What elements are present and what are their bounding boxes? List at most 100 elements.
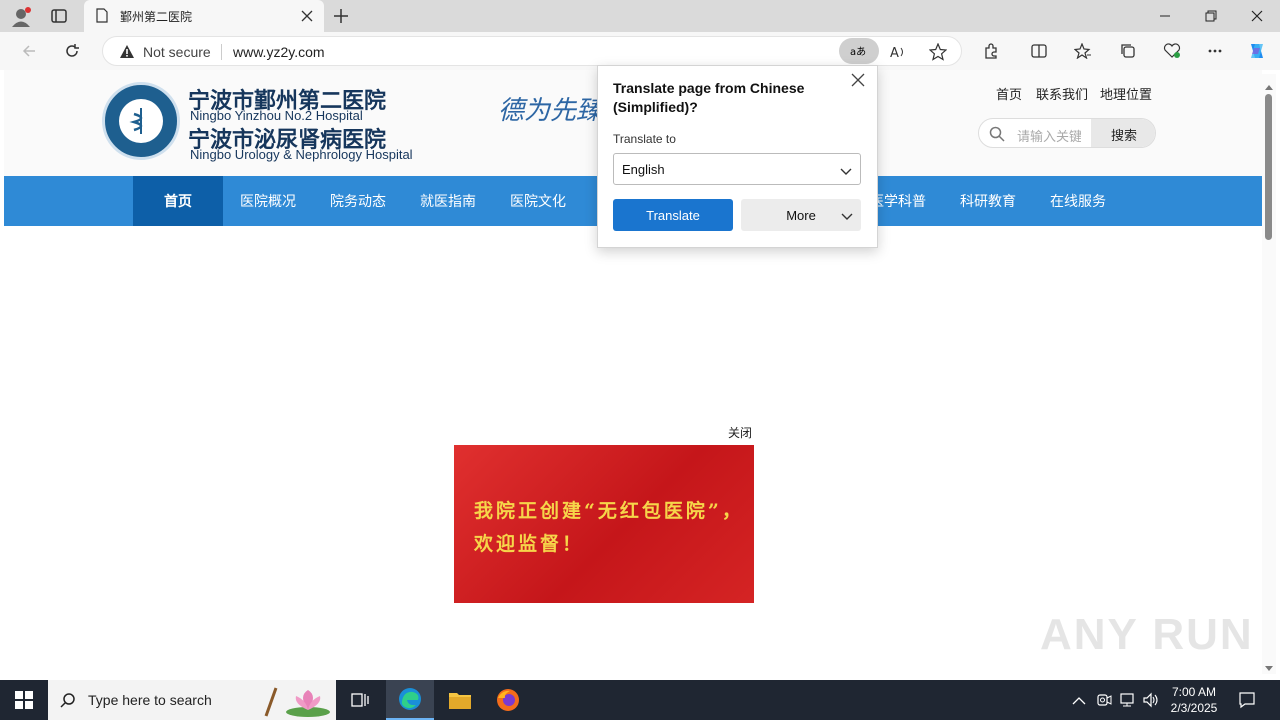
heart-pulse-icon	[1163, 43, 1181, 58]
page-icon	[96, 8, 108, 23]
refresh-button[interactable]	[57, 36, 87, 66]
favorite-star-icon[interactable]	[928, 42, 948, 61]
tab-strip: 鄞州第二医院	[0, 0, 1280, 32]
windows-logo-icon	[15, 691, 33, 709]
close-icon	[1251, 10, 1263, 22]
performance-button[interactable]	[1157, 36, 1187, 66]
volume-icon[interactable]	[1142, 692, 1160, 708]
more-button-label: More	[786, 207, 816, 223]
taskbar-search-text: Type here to search	[88, 692, 212, 708]
firefox-icon	[497, 689, 519, 711]
translate-dialog: Translate page from Chinese (Simplified)…	[597, 65, 878, 248]
read-aloud-icon[interactable]: A	[889, 43, 907, 61]
search-icon	[989, 126, 1005, 142]
caduceus-icon	[119, 99, 163, 143]
network-icon[interactable]	[1118, 692, 1136, 708]
nav-item-guide[interactable]: 就医指南	[403, 176, 493, 226]
chevron-down-icon	[840, 164, 852, 175]
favorites-icon	[1074, 43, 1091, 59]
top-link-location[interactable]: 地理位置	[1100, 84, 1152, 103]
search-input[interactable]: 请输入关键字	[1017, 126, 1081, 145]
address-divider	[221, 44, 222, 60]
selected-language: English	[622, 162, 665, 177]
collections-icon	[1121, 44, 1135, 58]
url-text[interactable]: www.yz2y.com	[233, 44, 325, 60]
notification-icon[interactable]	[1238, 691, 1256, 709]
puzzle-icon	[985, 43, 997, 59]
banner-text: 我院正创建“无红包医院”，欢迎监督！	[474, 500, 744, 555]
extensions-button[interactable]	[976, 36, 1006, 66]
more-chevron-icon	[841, 210, 853, 220]
profile-icon[interactable]	[10, 6, 32, 28]
translate-icon[interactable]: aあ	[839, 38, 879, 64]
warning-icon[interactable]	[119, 44, 135, 60]
task-view-icon	[351, 693, 369, 707]
nav-item-news[interactable]: 院务动态	[313, 176, 403, 226]
lotus-decoration-icon	[262, 684, 332, 718]
top-link-contact[interactable]: 联系我们	[1036, 84, 1088, 103]
more-button[interactable]: More	[741, 199, 861, 231]
folder-icon	[449, 693, 471, 709]
svg-text:A: A	[890, 46, 899, 61]
nav-item-research[interactable]: 科研教育	[943, 176, 1033, 226]
split-screen-button[interactable]	[1024, 36, 1054, 66]
translate-dialog-title: Translate page from Chinese (Simplified)…	[613, 80, 805, 115]
address-bar[interactable]: Not secure www.yz2y.com aあ A	[102, 36, 962, 66]
tab-actions-icon[interactable]	[50, 7, 68, 25]
copilot-icon	[1251, 44, 1263, 58]
clock-date: 2/3/2025	[1170, 701, 1218, 715]
restore-button[interactable]	[1188, 0, 1234, 32]
top-link-home[interactable]: 首页	[996, 84, 1022, 103]
tray-chevron-icon[interactable]	[1072, 694, 1086, 706]
nav-item-overview[interactable]: 医院概况	[223, 176, 313, 226]
start-button[interactable]	[0, 680, 48, 720]
nav-item-home[interactable]: 首页	[133, 176, 223, 226]
firefox-button[interactable]	[484, 680, 532, 720]
collections-button[interactable]	[1113, 36, 1143, 66]
minimize-button[interactable]	[1142, 0, 1188, 32]
back-button[interactable]	[14, 36, 44, 66]
hospital-name-en-2: Ningbo Urology & Nephrology Hospital	[190, 147, 413, 162]
anyrun-watermark: ANY RUN	[1040, 610, 1254, 659]
translate-to-label: Translate to	[613, 132, 676, 146]
edge-taskbar-button[interactable]	[386, 680, 434, 720]
close-popup-link[interactable]: 关闭	[728, 424, 752, 441]
announcement-banner[interactable]: 我院正创建“无红包医院”，欢迎监督！	[454, 445, 754, 603]
active-tab[interactable]: 鄞州第二医院	[84, 0, 324, 32]
file-explorer-button[interactable]	[436, 680, 484, 720]
calligraphy-motto: 德为先臻	[498, 96, 603, 126]
language-select[interactable]: English	[613, 153, 861, 185]
nav-item-online-service[interactable]: 在线服务	[1033, 176, 1123, 226]
system-clock[interactable]: 7:00 AM 2/3/2025	[1166, 684, 1222, 716]
favorites-button[interactable]	[1068, 36, 1098, 66]
new-tab-icon[interactable]	[332, 7, 350, 25]
scroll-down-icon[interactable]	[1265, 660, 1273, 671]
svg-text:aあ: aあ	[850, 46, 866, 58]
tab-close-icon[interactable]	[300, 9, 314, 23]
copilot-button[interactable]	[1242, 36, 1272, 66]
clock-time: 7:00 AM	[1171, 685, 1217, 699]
restore-icon	[1205, 10, 1217, 22]
close-window-button[interactable]	[1234, 0, 1280, 32]
settings-more-button[interactable]	[1200, 36, 1230, 66]
more-dots-icon	[1208, 49, 1222, 53]
site-search: 请输入关键字 搜索	[978, 118, 1156, 148]
scroll-thumb[interactable]	[1265, 94, 1272, 240]
translate-button[interactable]: Translate	[613, 199, 733, 231]
scroll-up-icon[interactable]	[1265, 78, 1273, 90]
search-button[interactable]: 搜索	[1091, 119, 1155, 147]
tab-title: 鄞州第二医院	[120, 10, 193, 24]
translate-close-icon[interactable]	[850, 72, 866, 93]
hospital-logo[interactable]	[102, 82, 180, 160]
meet-now-icon[interactable]	[1096, 692, 1112, 708]
taskbar-search[interactable]: Type here to search	[48, 680, 336, 720]
taskbar-search-icon	[60, 692, 76, 708]
refresh-icon	[66, 44, 79, 57]
page-scrollbar[interactable]	[1262, 74, 1276, 674]
split-screen-icon	[1031, 44, 1047, 58]
nav-item-culture[interactable]: 医院文化	[493, 176, 583, 226]
not-secure-label[interactable]: Not secure	[143, 44, 211, 60]
task-view-button[interactable]	[336, 680, 384, 720]
back-arrow-icon	[22, 45, 35, 57]
edge-icon	[399, 688, 421, 710]
